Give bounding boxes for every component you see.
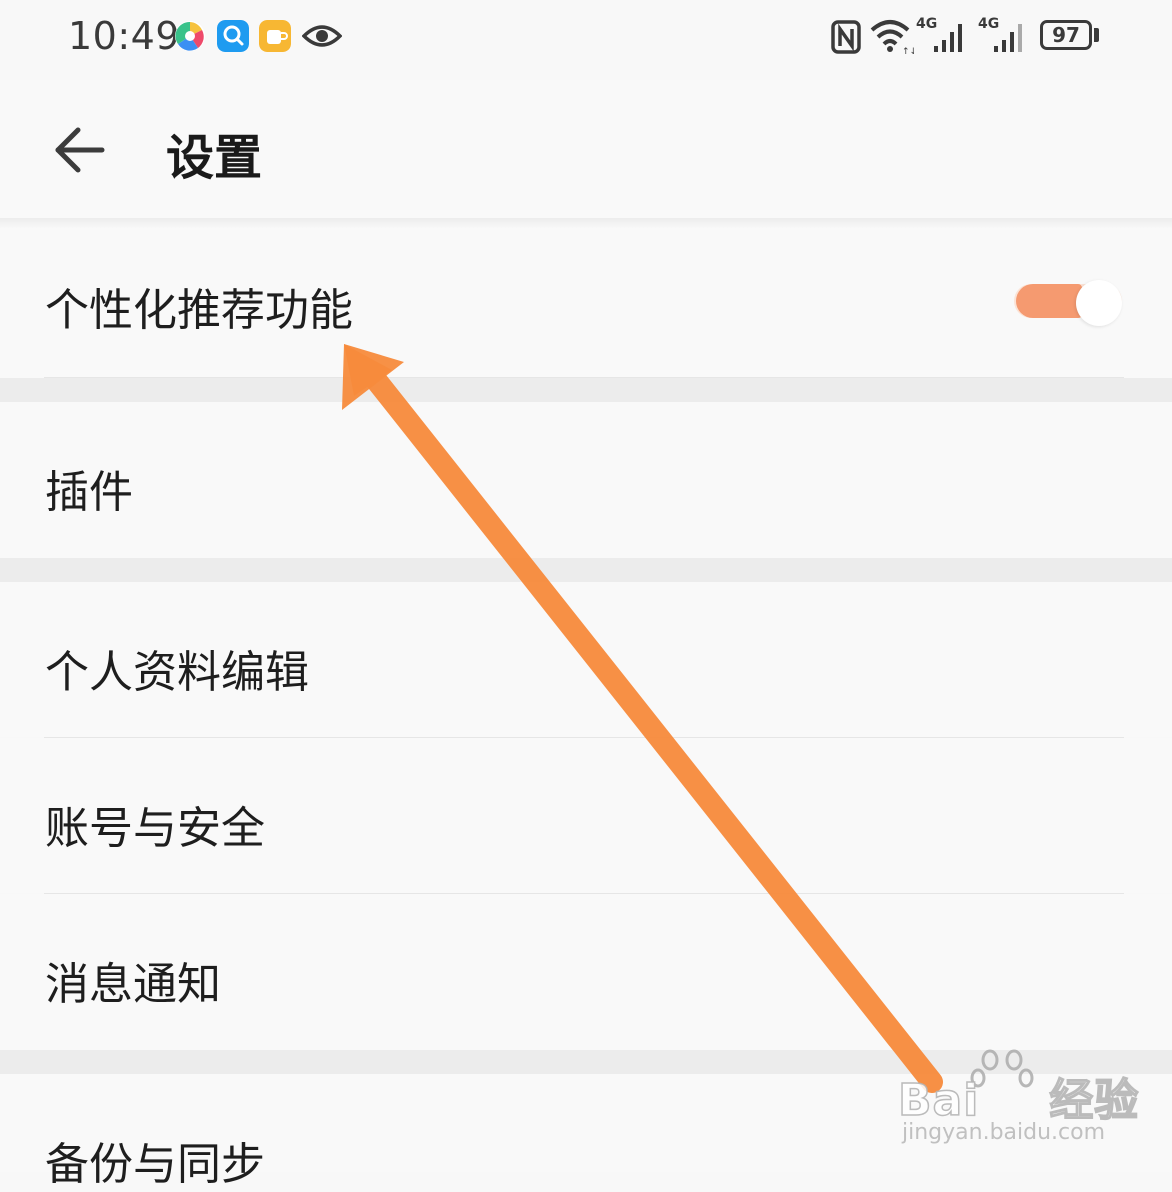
- section-gap: [0, 558, 1172, 582]
- status-bar: 10:49 ↑↓ 4G 4G 97: [0, 0, 1172, 80]
- personalized-recommendation-toggle[interactable]: [1014, 280, 1126, 326]
- setting-personalized-recommendation[interactable]: 个性化推荐功能: [0, 228, 1172, 378]
- setting-notifications[interactable]: 消息通知: [0, 894, 1172, 1050]
- battery-tip: [1094, 28, 1099, 42]
- battery-icon: 97: [1040, 20, 1092, 50]
- nfc-icon: [831, 20, 861, 54]
- eye-icon: [302, 25, 342, 47]
- search-app-icon: [217, 20, 249, 52]
- signal-4g-icon: [934, 24, 962, 52]
- header-shadow: [0, 218, 1172, 228]
- wifi-icon: ↑↓: [870, 20, 914, 56]
- cup-app-icon: [259, 20, 291, 52]
- watermark-brand-bai: Bai: [897, 1074, 980, 1127]
- app-header: 设置: [0, 80, 1172, 222]
- back-arrow-icon[interactable]: [52, 122, 108, 178]
- page-title: 设置: [166, 130, 263, 186]
- setting-label: 账号与安全: [45, 803, 265, 854]
- setting-account-security[interactable]: 账号与安全: [0, 738, 1172, 893]
- setting-label: 个性化推荐功能: [45, 285, 353, 336]
- setting-profile-edit[interactable]: 个人资料编辑: [0, 582, 1172, 737]
- toggle-knob: [1076, 280, 1122, 326]
- watermark-brand: Bai 经验: [897, 1064, 1140, 1128]
- battery-level: 97: [1052, 23, 1080, 47]
- setting-label: 插件: [45, 467, 133, 518]
- setting-plugins[interactable]: 插件: [0, 402, 1172, 558]
- toggle-fill: [1016, 284, 1082, 318]
- status-time: 10:49: [68, 14, 181, 58]
- svg-text:↑↓: ↑↓: [902, 47, 914, 56]
- watermark-brand-suffix: 经验: [1049, 1074, 1140, 1127]
- pinwheel-app-icon: [175, 21, 205, 51]
- setting-label: 个人资料编辑: [45, 647, 309, 698]
- signal-4g-icon: [994, 24, 1022, 52]
- section-gap: [0, 378, 1172, 402]
- setting-label: 备份与同步: [45, 1139, 265, 1190]
- setting-label: 消息通知: [45, 959, 221, 1010]
- watermark-url: jingyan.baidu.com: [902, 1120, 1106, 1145]
